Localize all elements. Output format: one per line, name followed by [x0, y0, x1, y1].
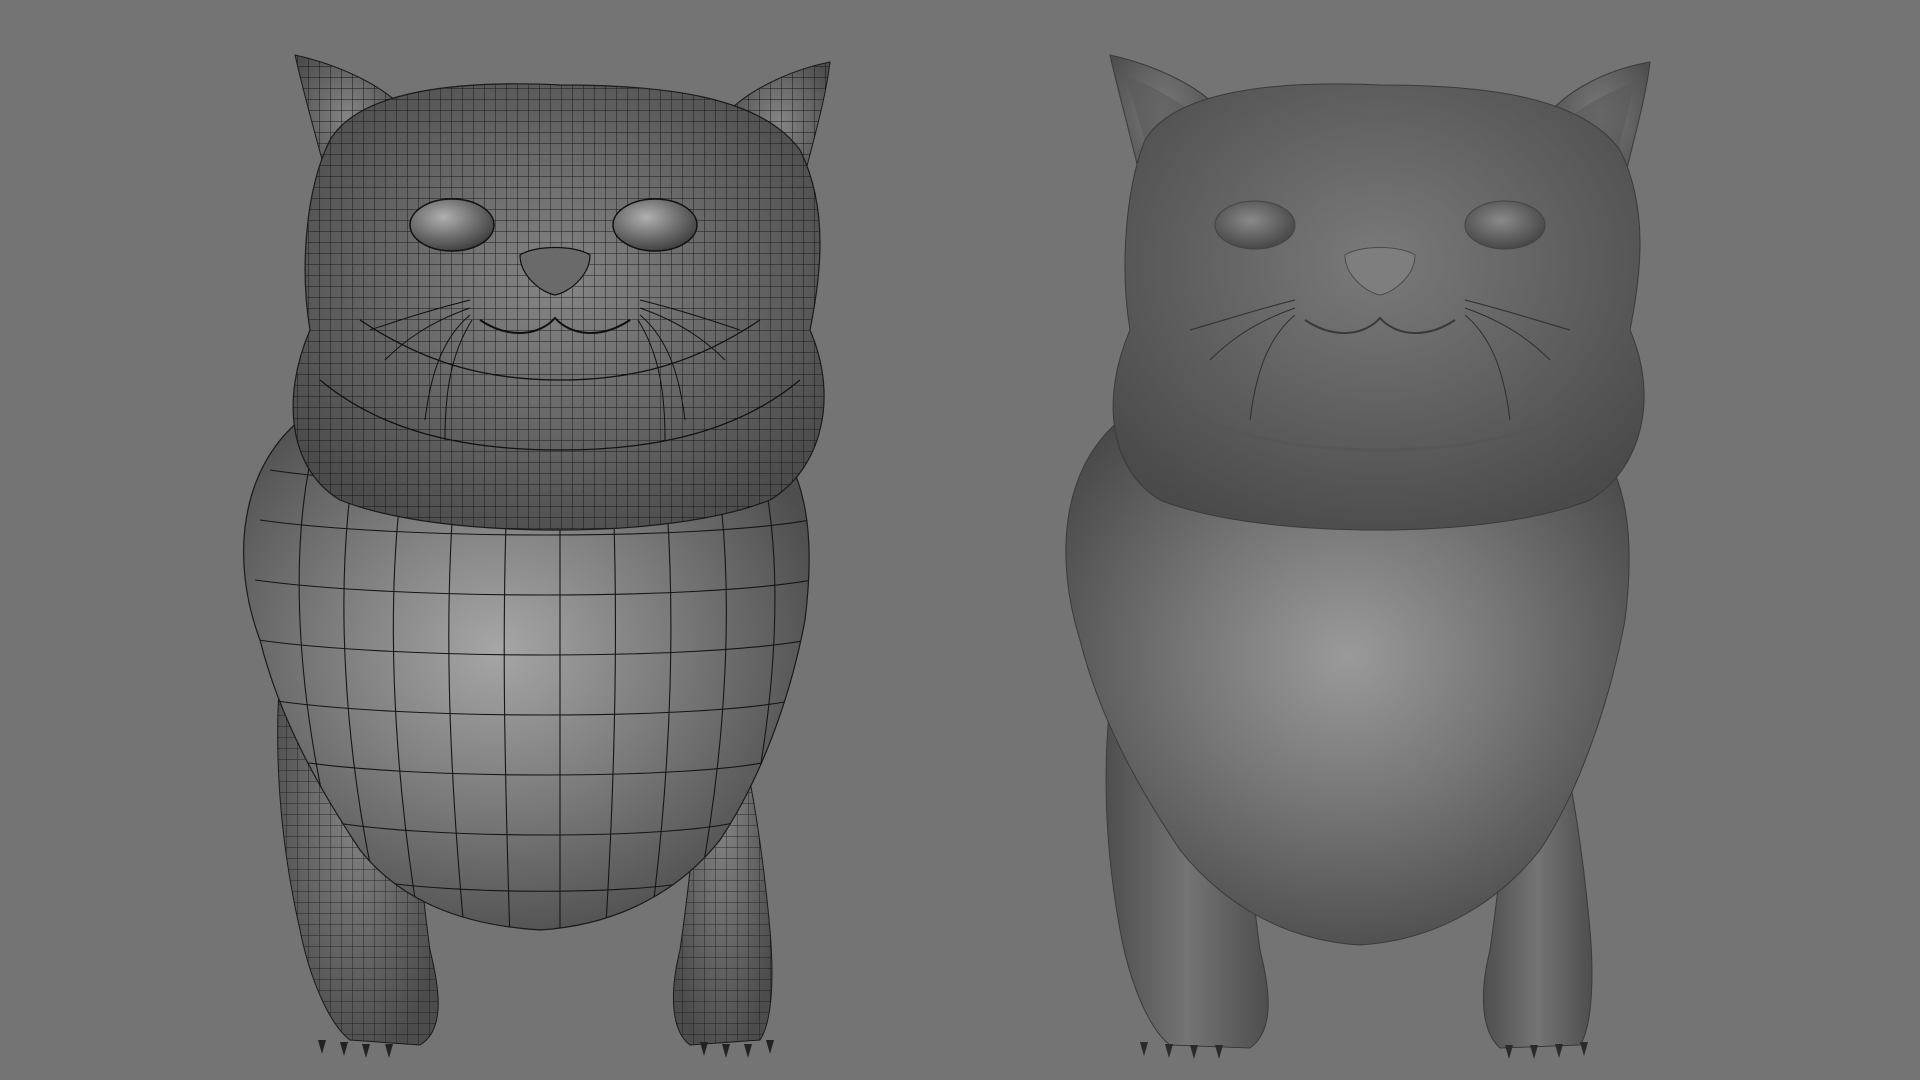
smooth-right-eye [1464, 200, 1546, 250]
cat-wireframe-model[interactable] [0, 0, 960, 1080]
3d-viewport[interactable] [0, 0, 1920, 1080]
smooth-head [1112, 83, 1645, 531]
smooth-left-eye [1214, 200, 1296, 250]
right-eye [612, 198, 698, 252]
cat-smooth-model[interactable] [960, 0, 1920, 1080]
smooth-model-panel[interactable] [960, 0, 1920, 1080]
left-eye [409, 198, 495, 252]
wireframe-model-panel[interactable] [0, 0, 960, 1080]
head [292, 83, 825, 531]
